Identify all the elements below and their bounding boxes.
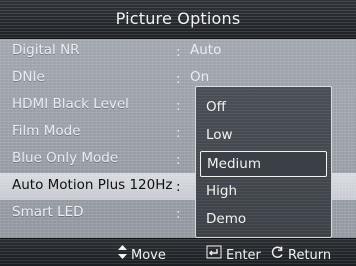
dropdown-option-low[interactable]: Low (200, 123, 325, 147)
menu-separator: : (176, 152, 181, 168)
menu-separator: : (176, 71, 181, 87)
bottom-hint-bar: Move Enter Return (0, 238, 356, 266)
option-dropdown[interactable]: Off Low Medium High Demo (195, 86, 332, 238)
menu-separator: : (176, 98, 181, 114)
tv-osd-screen: Picture Options Digital NR : Auto DNIe :… (0, 0, 356, 266)
dropdown-option-label: Off (206, 99, 226, 115)
menu-separator: : (176, 125, 181, 141)
return-icon (270, 245, 284, 263)
menu-value: Auto (190, 42, 222, 58)
hint-enter: Enter (206, 245, 261, 263)
enter-icon (206, 245, 222, 263)
window-title: Picture Options (115, 9, 241, 28)
dropdown-option-label: Medium (207, 156, 261, 172)
hint-move: Move (118, 245, 166, 263)
dropdown-option-label: High (206, 183, 238, 199)
hint-return-label: Return (288, 248, 332, 263)
dropdown-option-label: Demo (206, 211, 247, 227)
menu-label: Auto Motion Plus 120Hz (12, 177, 173, 193)
menu-label: Film Mode (12, 123, 81, 139)
menu-label: Smart LED (12, 204, 84, 220)
menu-label: HDMI Black Level (12, 96, 129, 112)
menu-separator: : (176, 44, 181, 60)
dropdown-option-high[interactable]: High (200, 179, 325, 203)
menu-label: DNIe (12, 69, 45, 85)
menu-row-digital-nr[interactable]: Digital NR : Auto (0, 38, 356, 65)
menu-label: Digital NR (12, 42, 80, 58)
dropdown-option-demo[interactable]: Demo (200, 207, 325, 231)
menu-separator: : (176, 179, 181, 195)
menu-label: Blue Only Mode (12, 150, 119, 166)
dropdown-option-label: Low (206, 127, 233, 143)
menu-value: On (190, 69, 210, 85)
menu-separator: : (176, 206, 181, 222)
hint-return: Return (270, 245, 331, 263)
dropdown-option-off[interactable]: Off (200, 95, 325, 119)
dropdown-option-medium[interactable]: Medium (200, 151, 327, 177)
hint-enter-label: Enter (226, 248, 261, 263)
title-bar: Picture Options (0, 0, 356, 39)
hint-move-label: Move (131, 248, 166, 263)
updown-arrows-icon (118, 245, 127, 263)
dropdown-right-hatch (330, 86, 356, 236)
